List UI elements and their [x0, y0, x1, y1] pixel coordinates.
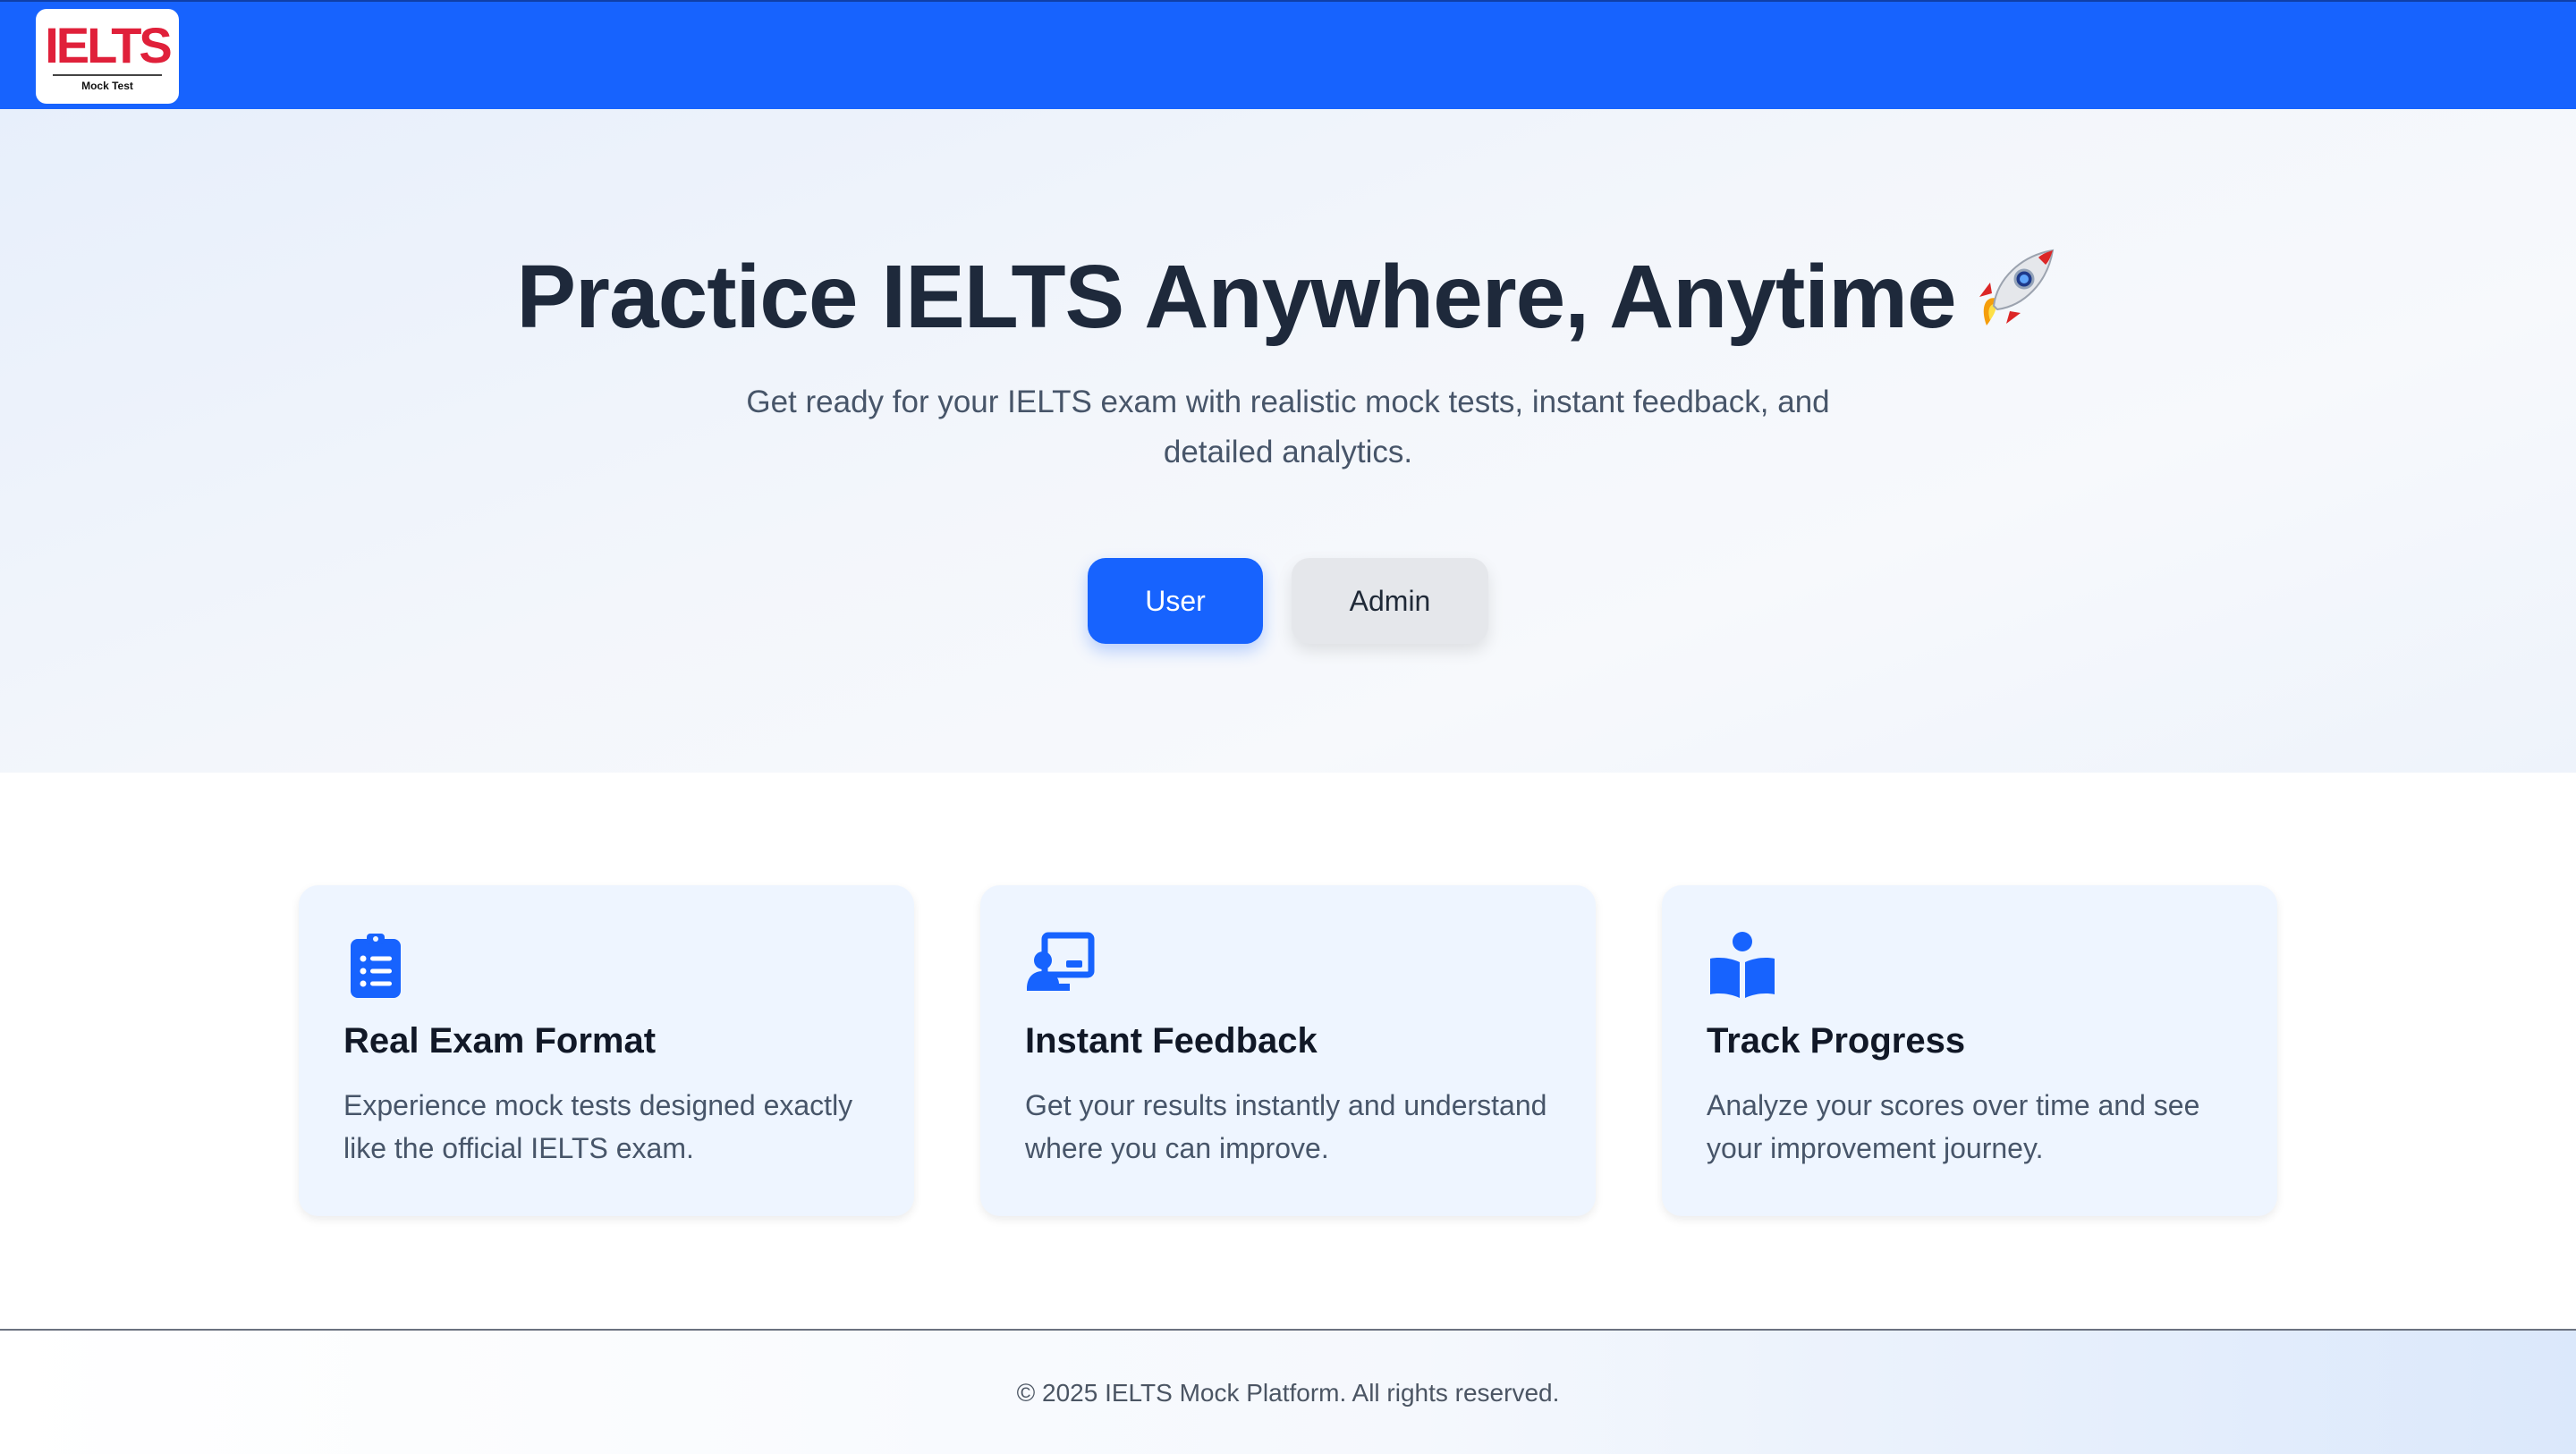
admin-button[interactable]: Admin	[1292, 558, 1488, 644]
person-chalkboard-icon	[1025, 930, 1097, 1002]
hero-section: Practice IELTS Anywhere, Anytime Get rea…	[0, 109, 2576, 773]
feature-card-real-exam: Real Exam Format Experience mock tests d…	[299, 885, 914, 1216]
hero-title-text: Practice IELTS Anywhere, Anytime	[516, 247, 1956, 347]
feature-title: Instant Feedback	[1025, 1021, 1318, 1061]
feature-title: Track Progress	[1707, 1021, 1966, 1061]
user-button[interactable]: User	[1088, 558, 1263, 644]
logo-main-text: IELTS	[45, 17, 173, 73]
reader-book-icon	[1707, 930, 1778, 1002]
copyright-text: © 2025 IELTS Mock Platform. All rights r…	[1016, 1379, 1560, 1407]
feature-text: Experience mock tests designed exactly l…	[343, 1089, 853, 1164]
hero-subtitle: Get ready for your IELTS exam with reali…	[746, 385, 1830, 469]
ielts-logo[interactable]: IELTS Mock Test	[36, 9, 179, 104]
clipboard-list-icon	[343, 930, 415, 1002]
logo-divider	[53, 74, 162, 76]
feature-text: Analyze your scores over time and see yo…	[1707, 1089, 2200, 1164]
feature-card-track-progress: Track Progress Analyze your scores over …	[1662, 885, 2277, 1216]
top-nav-bar: IELTS Mock Test	[0, 0, 2576, 109]
rocket-icon	[1970, 243, 2060, 356]
page-footer: © 2025 IELTS Mock Platform. All rights r…	[0, 1329, 2576, 1454]
hero-title: Practice IELTS Anywhere, Anytime	[0, 243, 2576, 356]
feature-text: Get your results instantly and understan…	[1025, 1089, 1547, 1164]
logo-sub-text: Mock Test	[81, 80, 133, 92]
feature-card-instant-feedback: Instant Feedback Get your results instan…	[980, 885, 1596, 1216]
feature-title: Real Exam Format	[343, 1021, 657, 1061]
